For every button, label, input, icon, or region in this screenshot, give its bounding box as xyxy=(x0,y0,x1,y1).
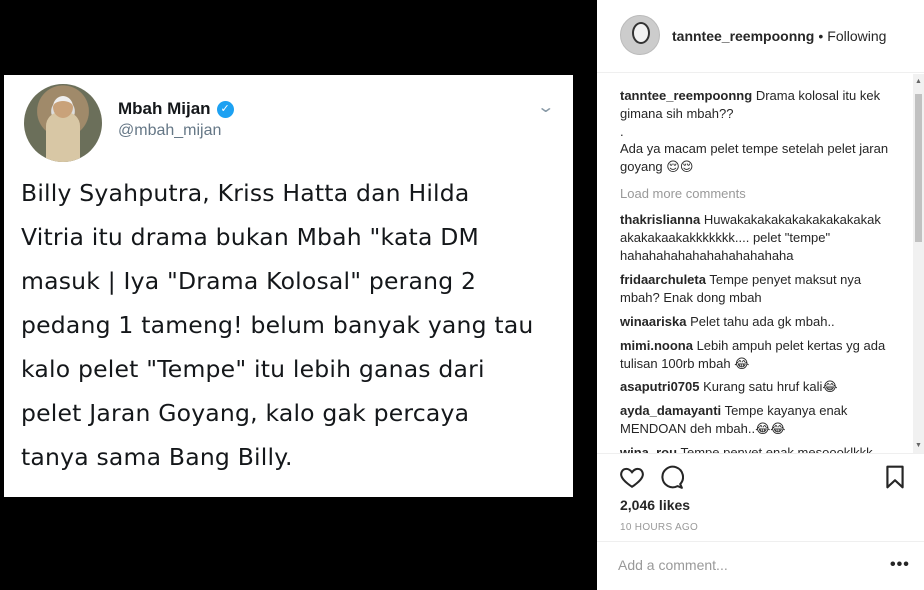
heart-icon[interactable] xyxy=(619,464,645,490)
scroll-down-arrow-icon[interactable]: ▼ xyxy=(915,442,922,449)
comment-username[interactable]: winaariska xyxy=(620,314,687,329)
avatar[interactable] xyxy=(620,15,660,55)
more-options-icon[interactable]: ••• xyxy=(890,556,910,574)
scrollbar-thumb[interactable] xyxy=(915,94,922,242)
add-comment-bar: ••• xyxy=(597,541,924,590)
comment-username[interactable]: fridaarchuleta xyxy=(620,272,706,287)
comment-bubble-icon[interactable] xyxy=(658,464,684,490)
post-timestamp[interactable]: 10 HOURS AGO xyxy=(620,522,698,533)
caption-line: Ada ya macam pelet tempe setelah pelet j… xyxy=(620,141,889,174)
comments-scrollbar[interactable]: ▲ ▼ xyxy=(913,74,924,453)
action-bar: 2,046 likes 10 HOURS AGO xyxy=(597,453,924,538)
list-item: ayda_damayanti Tempe kayanya enak MENDOA… xyxy=(620,402,890,438)
comment-username[interactable]: thakrislianna xyxy=(620,212,700,227)
post-media: Mbah Mijan ✓ @mbah_mijan ⌄ Billy Syahput… xyxy=(0,0,597,590)
comment-username[interactable]: asaputri0705 xyxy=(620,379,700,394)
comments-list[interactable]: tanntee_reempoonng Drama kolosal itu kek… xyxy=(597,74,917,453)
tweet-text-line: kalo pelet "Tempe" itu lebih ganas dari xyxy=(21,355,485,383)
likes-count[interactable]: 2,046 likes xyxy=(620,497,690,513)
chevron-down-icon: ⌄ xyxy=(536,99,556,116)
list-item: mimi.noona Lebih ampuh pelet kertas yg a… xyxy=(620,337,890,373)
tweet-author-name: Mbah Mijan xyxy=(118,99,211,118)
header-username[interactable]: tanntee_reempoonng xyxy=(672,28,814,44)
comment-text: Pelet tahu ada gk mbah.. xyxy=(690,314,835,329)
tweet-text-line: tanya sama Bang Billy. xyxy=(21,443,293,471)
comment-username[interactable]: wina_rou xyxy=(620,445,677,453)
list-item: fridaarchuleta Tempe penyet maksut nya m… xyxy=(620,271,890,307)
comment-text: Kurang satu hruf kali😂 xyxy=(703,379,838,394)
comment-input[interactable] xyxy=(618,557,868,573)
caption-line: . xyxy=(620,124,624,139)
following-button[interactable]: Following xyxy=(827,28,886,44)
tweet-text-line: pedang 1 tameng! belum banyak yang tau xyxy=(21,311,534,339)
tweet-text-line: pelet Jaran Goyang, kalo gak percaya xyxy=(21,399,470,427)
tweet-avatar xyxy=(24,84,102,162)
verified-badge-icon: ✓ xyxy=(216,100,234,118)
tweet-handle: @mbah_mijan xyxy=(118,122,222,139)
tweet-text: Billy Syahputra, Kriss Hatta dan Hilda V… xyxy=(21,171,556,479)
load-more-comments-link[interactable]: Load more comments xyxy=(620,186,746,201)
comment-text: Tempe penyet enak mesoooklkkk xyxy=(680,445,873,453)
caption: tanntee_reempoonng Drama kolosal itu kek… xyxy=(620,87,890,123)
tweet-text-line: Vitria itu drama bukan Mbah "kata DM xyxy=(21,223,480,251)
list-item: winaariska Pelet tahu ada gk mbah.. xyxy=(620,313,890,331)
tweet-author: Mbah Mijan ✓ xyxy=(118,99,234,119)
list-item: wina_rou Tempe penyet enak mesoooklkkk xyxy=(620,444,890,453)
post-panel: tanntee_reempoonng • Following tanntee_ree… xyxy=(597,0,924,590)
tweet-text-line: Billy Syahputra, Kriss Hatta dan Hilda xyxy=(21,179,470,207)
bookmark-icon[interactable] xyxy=(882,464,908,490)
scroll-up-arrow-icon[interactable]: ▲ xyxy=(915,78,922,85)
post-header: tanntee_reempoonng • Following xyxy=(597,0,924,73)
tweet-image: Mbah Mijan ✓ @mbah_mijan ⌄ Billy Syahput… xyxy=(4,75,573,497)
list-item: thakrislianna Huwakakakakakakakakakakak … xyxy=(620,211,890,265)
caption-username[interactable]: tanntee_reempoonng xyxy=(620,88,752,103)
separator-dot: • xyxy=(818,28,824,44)
comment-username[interactable]: mimi.noona xyxy=(620,338,693,353)
header-user: tanntee_reempoonng • Following xyxy=(672,28,886,44)
list-item: asaputri0705 Kurang satu hruf kali😂 xyxy=(620,378,890,396)
comment-username[interactable]: ayda_damayanti xyxy=(620,403,721,418)
tweet-text-line: masuk | Iya "Drama Kolosal" perang 2 xyxy=(21,267,477,295)
